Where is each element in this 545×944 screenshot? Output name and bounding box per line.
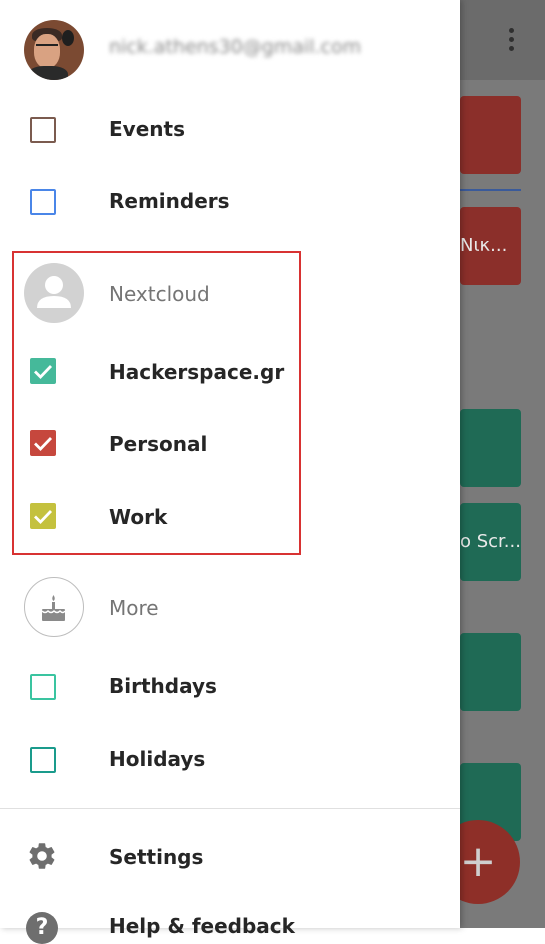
navigation-drawer: nick.athens30@gmail.com Events Reminders… xyxy=(0,0,460,944)
help-icon[interactable]: ? xyxy=(26,912,58,944)
event-block[interactable] xyxy=(460,96,521,174)
reminders-checkbox[interactable] xyxy=(30,189,56,215)
cake-icon xyxy=(24,577,84,637)
account-email[interactable]: nick.athens30@gmail.com xyxy=(109,36,361,58)
event-block[interactable] xyxy=(460,409,521,487)
calendar-label-events[interactable]: Events xyxy=(109,117,185,141)
avatar[interactable] xyxy=(24,20,84,80)
divider xyxy=(0,808,460,809)
settings-link[interactable]: Settings xyxy=(109,845,203,869)
birthdays-checkbox[interactable] xyxy=(30,674,56,700)
events-checkbox[interactable] xyxy=(30,117,56,143)
event-block[interactable]: Νικ... xyxy=(460,207,521,285)
help-feedback-link[interactable]: Help & feedback xyxy=(109,914,295,938)
holidays-checkbox[interactable] xyxy=(30,747,56,773)
highlight-box xyxy=(12,251,301,555)
current-time-divider xyxy=(460,189,521,191)
calendar-label-birthdays[interactable]: Birthdays xyxy=(109,674,217,698)
event-block[interactable] xyxy=(460,633,521,711)
section-label-more: More xyxy=(109,596,159,620)
event-block[interactable]: o Scr... xyxy=(460,503,521,581)
gear-icon[interactable] xyxy=(26,840,58,872)
event-title: o Scr... xyxy=(460,531,521,552)
overflow-menu-icon[interactable] xyxy=(500,24,522,56)
event-title: Νικ... xyxy=(460,235,508,256)
calendar-label-holidays[interactable]: Holidays xyxy=(109,747,205,771)
calendar-label-reminders[interactable]: Reminders xyxy=(109,189,230,213)
